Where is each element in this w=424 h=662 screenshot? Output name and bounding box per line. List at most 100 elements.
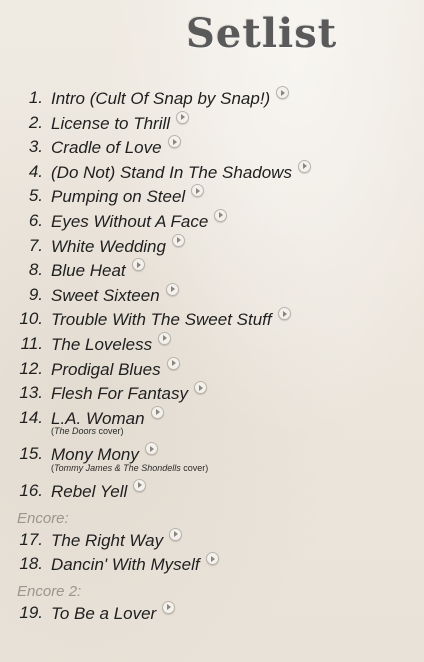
song-row: 16. Rebel Yell [0,478,424,504]
song-title[interactable]: (Do Not) Stand In The Shadows [51,163,292,182]
song-row: 7. White Wedding [0,233,424,259]
song-title[interactable]: Dancin' With Myself [51,555,200,574]
song-number: 17. [19,529,43,549]
page-title: Setlist [186,10,338,57]
song-number: 19. [19,602,43,622]
song-title[interactable]: White Wedding [51,237,166,256]
song-row: 5. Pumping on Steel [0,184,424,209]
cover-note-row: (The Doors cover) [0,426,424,442]
song-row: 17. The Right Way [0,527,424,553]
song-number: 9. [28,284,43,304]
note-close-paren: ) [120,426,124,437]
play-icon[interactable] [169,527,183,541]
play-icon[interactable] [166,356,180,370]
note-close-paren: ) [205,462,209,473]
cover-artist: The Doors [54,426,97,437]
encore-heading: Encore: [0,504,424,528]
song-title-wrapper: Sweet Sixteen [51,282,179,308]
play-icon[interactable] [176,110,190,124]
song-number: 15. [19,444,43,464]
song-title-wrapper: Blue Heat [51,258,145,283]
song-row: 13. Flesh For Fantasy [0,381,424,406]
cover-suffix: cover [180,462,206,473]
cover-note: (Tommy James & The Shondells cover) [51,462,208,474]
song-title-wrapper: The Loveless [51,331,172,357]
song-title[interactable]: The Loveless [51,335,152,354]
song-title-wrapper: Dancin' With Myself [51,552,219,577]
play-icon[interactable] [171,233,185,247]
play-icon[interactable] [276,86,290,99]
song-title[interactable]: The Right Way [51,531,163,550]
play-icon[interactable] [205,552,219,566]
play-icon[interactable] [191,184,205,198]
song-number: 5. [28,186,43,206]
song-title[interactable]: Intro (Cult Of Snap by Snap!) [51,89,270,108]
song-row: 3. Cradle of Love [0,135,424,160]
song-number: 16. [19,480,43,500]
song-title[interactable]: Sweet Sixteen [51,286,160,305]
song-title[interactable]: Trouble With The Sweet Stuff [51,310,272,329]
cover-note: (The Doors cover) [51,425,124,437]
song-row: 18. Dancin' With Myself [0,552,424,577]
song-title[interactable]: Cradle of Love [51,138,162,157]
song-title-wrapper: License to Thrill [51,110,190,136]
song-row: 4. (Do Not) Stand In The Shadows [0,159,424,185]
song-number: 10. [19,309,43,329]
song-number: 7. [28,235,43,255]
song-number: 2. [28,112,43,132]
song-title[interactable]: Eyes Without A Face [51,212,208,231]
song-title[interactable]: Flesh For Fantasy [51,384,188,403]
song-title-wrapper: Eyes Without A Face [51,208,228,234]
song-title-wrapper: To Be a Lover [51,600,176,626]
song-number: 12. [19,358,43,378]
play-icon[interactable] [194,381,207,395]
song-row: 11. The Loveless [0,331,424,357]
song-title-wrapper: Intro (Cult Of Snap by Snap!) [51,86,290,111]
song-number: 6. [28,210,43,230]
play-icon[interactable] [167,135,181,149]
setlist: 1. Intro (Cult Of Snap by Snap!) 2. Lice… [0,86,424,625]
encore-2-heading: Encore 2: [0,577,424,601]
song-title-wrapper: (Do Not) Stand In The Shadows [51,159,311,185]
play-icon[interactable] [162,600,176,614]
song-title[interactable]: Pumping on Steel [51,187,185,206]
play-icon[interactable] [165,282,179,296]
cover-suffix: cover [96,426,121,437]
play-icon[interactable] [158,331,172,345]
song-number: 1. [28,88,43,107]
song-row: 2. License to Thrill [0,110,424,136]
song-row: 10. Trouble With The Sweet Stuff [0,307,424,332]
encore-2-label: Encore 2: [17,582,82,600]
cover-artist: Tommy James & The Shondells [54,462,181,473]
song-row: 6. Eyes Without A Face [0,208,424,234]
play-icon[interactable] [297,159,311,173]
song-title-wrapper: The Right Way [51,527,183,553]
song-number: 8. [28,260,43,280]
song-title-wrapper: Rebel Yell [51,478,147,504]
song-title[interactable]: License to Thrill [51,114,170,133]
song-title-wrapper: Cradle of Love [51,135,181,160]
song-number: 11. [20,333,43,353]
song-title-wrapper: Trouble With The Sweet Stuff [51,307,291,332]
song-title-wrapper: White Wedding [51,233,185,259]
play-icon[interactable] [277,307,291,321]
cover-note-row: (Tommy James & The Shondells cover) [0,463,424,479]
play-icon[interactable] [150,405,164,419]
song-title[interactable]: Prodigal Blues [51,360,161,379]
song-title[interactable]: Blue Heat [51,261,126,280]
song-title-wrapper: Pumping on Steel [51,184,205,209]
song-title[interactable]: To Be a Lover [51,604,156,623]
song-row: 12. Prodigal Blues [0,356,424,382]
play-icon[interactable] [133,478,147,492]
play-icon[interactable] [131,258,145,272]
song-row: 19. To Be a Lover [0,600,424,626]
song-number: 3. [28,137,43,157]
song-number: 4. [28,161,43,181]
play-icon[interactable] [214,208,228,222]
song-title-wrapper: Flesh For Fantasy [51,381,207,406]
play-icon[interactable] [144,442,158,456]
song-row: 9. Sweet Sixteen [0,282,424,308]
song-row: 8. Blue Heat [0,258,424,283]
song-title[interactable]: Rebel Yell [51,482,127,501]
song-number: 18. [19,554,43,574]
